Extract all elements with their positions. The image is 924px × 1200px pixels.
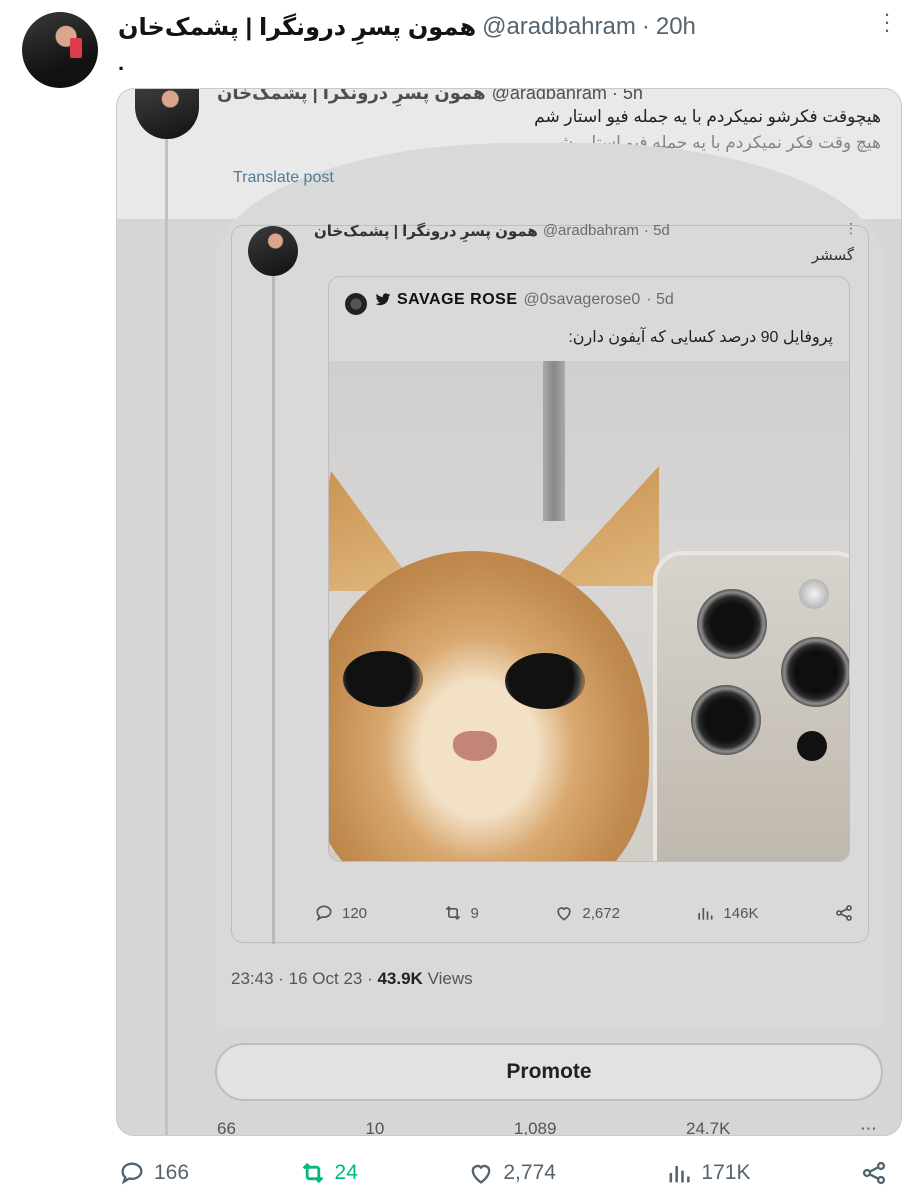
reply-button[interactable]: 166 <box>118 1159 189 1187</box>
screenshot-like-count: 1,089 <box>513 1119 557 1136</box>
quoted-views-count: 146K <box>723 904 759 922</box>
screenshot-retweet-count: 10 <box>365 1119 385 1136</box>
quoted-views: 146K <box>695 903 758 923</box>
nested-avatar <box>345 293 367 315</box>
cat-nose <box>453 731 497 761</box>
nested-time: · 5d <box>646 291 674 308</box>
post-views-label: Views <box>422 969 473 988</box>
views-button[interactable]: 171K <box>665 1159 750 1187</box>
quoted-reply-count: 120 <box>342 904 368 922</box>
avatar-phone-shape <box>70 38 82 58</box>
cat-right-ear <box>549 466 659 586</box>
nested-header: SAVAGE ROSE @0savagerose0 · 5d <box>375 291 674 309</box>
screenshot-share-icon: ⋯ <box>859 1119 877 1136</box>
post-meta: 23:43 · 16 Oct 23 · 43.9K Views <box>231 969 473 989</box>
more-icon[interactable]: · · · <box>876 3 898 41</box>
screenshot-reply-count: 66 <box>217 1119 236 1136</box>
photo-background-pole <box>543 361 565 521</box>
quoted-more-icon: ⋮ <box>844 220 858 236</box>
camera-lens <box>691 685 761 755</box>
nested-text: پروفایل 90 درصد کسایی که آیفون دارن: <box>568 329 833 346</box>
camera-lens <box>781 637 849 707</box>
views-icon <box>698 908 713 920</box>
quoted-text: گسشر <box>811 247 854 264</box>
nested-quoted-tweet: SAVAGE ROSE @0savagerose0 · 5d پروفایل 9… <box>328 276 850 862</box>
cat-right-eye <box>505 653 585 709</box>
author-name[interactable]: همون پسرِ درونگرا | پشمک‌خان <box>118 13 476 42</box>
cat-photo <box>329 361 849 861</box>
page: همون پسرِ درونگرا | پشمک‌خان @aradbahram… <box>0 0 924 1200</box>
quoted-like-count: 2,672 <box>582 904 620 922</box>
translate-post-link: Translate post <box>233 169 334 186</box>
tweet-time[interactable]: 20h <box>656 13 696 41</box>
camera-sensor <box>797 731 827 761</box>
heart-icon <box>557 907 572 921</box>
retweet-count: 24 <box>334 1161 358 1184</box>
screenshot-author-handle: @aradbahram · 5h <box>491 88 643 103</box>
reply-icon <box>316 905 332 922</box>
retweet-button[interactable]: 24 <box>299 1159 358 1187</box>
share-icon <box>862 1161 886 1185</box>
screenshot-author-name: همون پسرِ درونگرا | پشمک‌خان <box>217 88 486 103</box>
author-avatar[interactable] <box>22 12 98 88</box>
screenshot-action-bar: 66 10 1,089 24.7K ⋯ <box>217 1119 877 1136</box>
quoted-time: · 5d <box>643 222 670 239</box>
quoted-like: 2,672 <box>554 903 620 923</box>
quoted-tweet: همون پسرِ درونگرا | پشمک‌خان @aradbahram… <box>231 220 869 944</box>
quoted-header: همون پسرِ درونگرا | پشمک‌خان @aradbahram… <box>314 222 670 240</box>
heart-icon <box>472 1164 491 1184</box>
quoted-retweet-count: 9 <box>470 904 479 922</box>
tweet-action-bar: 166 24 2,774 171K <box>118 1156 888 1190</box>
post-views-count: 43.9K <box>377 969 423 988</box>
screenshot-header: همون پسرِ درونگرا | پشمک‌خان @aradbahram… <box>217 88 643 104</box>
tweet-text: . <box>118 50 125 75</box>
retweet-icon <box>302 1162 323 1184</box>
share-button[interactable] <box>860 1159 888 1187</box>
screenshot-views-count: 24.7K <box>685 1119 731 1136</box>
camera-lens <box>697 589 767 659</box>
quoted-author-name: همون پسرِ درونگرا | پشمک‌خان <box>314 223 538 240</box>
bird-icon <box>375 293 391 306</box>
promote-button: Promote <box>215 1043 883 1101</box>
reply-count: 166 <box>154 1161 190 1184</box>
quoted-avatar <box>248 226 298 276</box>
tweet-header: همون پسرِ درونگرا | پشمک‌خان @aradbahram… <box>118 12 696 42</box>
quoted-thread-line <box>272 276 275 944</box>
like-button[interactable]: 2,774 <box>467 1159 556 1187</box>
quoted-reply: 120 <box>314 903 367 923</box>
views-count: 171K <box>701 1161 751 1184</box>
author-handle[interactable]: @aradbahram <box>482 13 636 41</box>
screenshot-text-line: هیچوقت فکرشو نمیکردم با یه جمله فیو استا… <box>534 107 881 126</box>
iphone-camera-module <box>653 551 849 861</box>
nested-author-handle: @0savagerose0 <box>523 291 641 308</box>
share-icon <box>836 905 852 921</box>
reply-icon <box>121 1162 143 1185</box>
retweet-icon <box>445 905 460 921</box>
quoted-share <box>834 903 854 923</box>
nested-author-name: SAVAGE ROSE <box>397 291 518 308</box>
quoted-author-handle: @aradbahram <box>542 222 639 239</box>
embedded-screenshot[interactable]: همون پسرِ درونگرا | پشمک‌خان @aradbahram… <box>116 88 902 1136</box>
quoted-retweet: 9 <box>443 903 479 923</box>
quoted-action-bar: 120 9 2,672 146K <box>314 900 854 926</box>
post-timestamp: 23:43 · 16 Oct 23 · <box>231 969 378 988</box>
views-icon <box>669 1166 691 1183</box>
thread-line <box>165 139 168 1135</box>
like-count: 2,774 <box>503 1161 556 1184</box>
camera-flash <box>799 579 829 609</box>
header-separator: · <box>641 13 650 40</box>
cat-left-eye <box>343 651 423 707</box>
